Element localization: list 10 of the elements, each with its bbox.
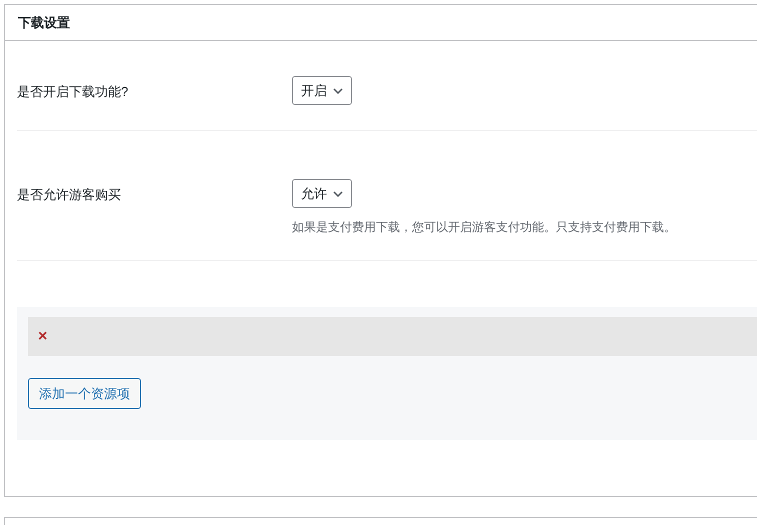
panel-title: 下载设置 xyxy=(18,14,70,32)
setting-hint: 如果是支付费用下载，您可以开启游客支付功能。只支持支付费用下载。 xyxy=(292,219,676,236)
remove-button[interactable]: × xyxy=(38,328,48,344)
setting-label: 是否允许游客购买 xyxy=(17,186,122,204)
chevron-down-icon xyxy=(333,190,343,196)
select-dropdown[interactable]: 允许 xyxy=(292,179,352,208)
setting-label: 是否开启下载功能? xyxy=(17,83,130,101)
add-resource-button[interactable]: 添加一个资源项 xyxy=(28,378,141,409)
select-dropdown[interactable]: 开启 xyxy=(292,76,352,105)
chevron-down-icon xyxy=(333,88,343,94)
